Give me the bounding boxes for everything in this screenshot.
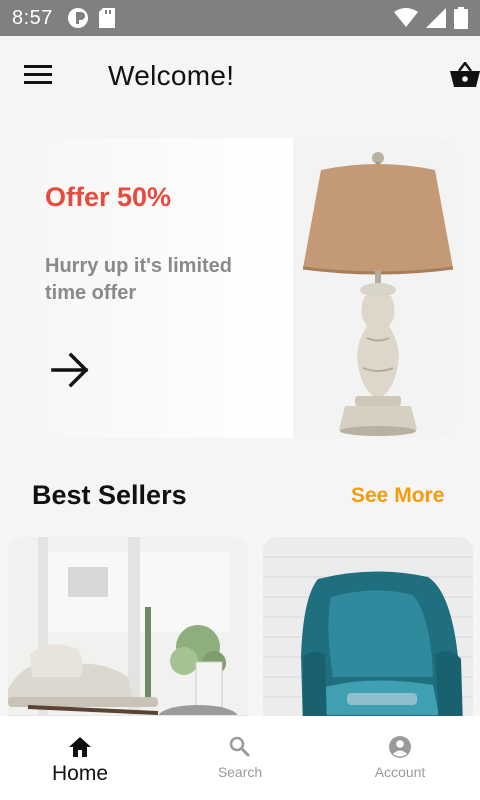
nav-label-home: Home — [51, 762, 109, 785]
home-icon — [69, 737, 91, 757]
teal-armchair-image — [263, 537, 473, 727]
arrow-right-icon[interactable] — [51, 350, 91, 390]
nav-item-search[interactable]: Search — [160, 716, 320, 800]
nav-label-search: Search — [217, 764, 263, 780]
page-title: Welcome! — [108, 60, 235, 91]
search-icon — [229, 736, 250, 757]
offer-text-panel: Offer 50% Hurry up it's limited time off… — [23, 138, 293, 438]
status-bar: 8:57 — [0, 0, 480, 36]
basket-icon — [450, 60, 480, 87]
bottom-navigation: Home Search Account — [0, 716, 480, 800]
nav-label-account: Account — [374, 764, 426, 780]
product-card[interactable] — [8, 537, 248, 727]
signal-icon — [426, 8, 446, 28]
status-right-icons — [394, 7, 468, 29]
account-icon — [389, 736, 411, 758]
offer-banner[interactable]: Offer 50% Hurry up it's limited time off… — [23, 138, 458, 438]
menu-icon — [24, 65, 52, 84]
product-card[interactable] — [263, 537, 473, 727]
section-title: Best Sellers — [32, 480, 187, 510]
offer-subtitle: Hurry up it's limited time offer — [45, 255, 233, 304]
offer-title: Offer 50% — [45, 182, 172, 212]
table-lamp-image — [293, 138, 458, 438]
sync-icon — [67, 8, 88, 28]
wifi-icon — [394, 8, 418, 27]
menu-button[interactable] — [24, 64, 60, 92]
status-time: 8:57 — [12, 6, 53, 29]
nav-item-home[interactable]: Home — [0, 716, 160, 800]
see-more-link[interactable]: See More — [351, 484, 444, 508]
status-left-icons — [67, 7, 115, 29]
nav-item-account[interactable]: Account — [320, 716, 480, 800]
sd-card-icon — [98, 8, 115, 28]
app-bar: Welcome! — [0, 36, 480, 120]
cart-button[interactable] — [450, 60, 480, 92]
white-lounge-chair-image — [8, 537, 248, 727]
battery-icon — [454, 7, 468, 29]
